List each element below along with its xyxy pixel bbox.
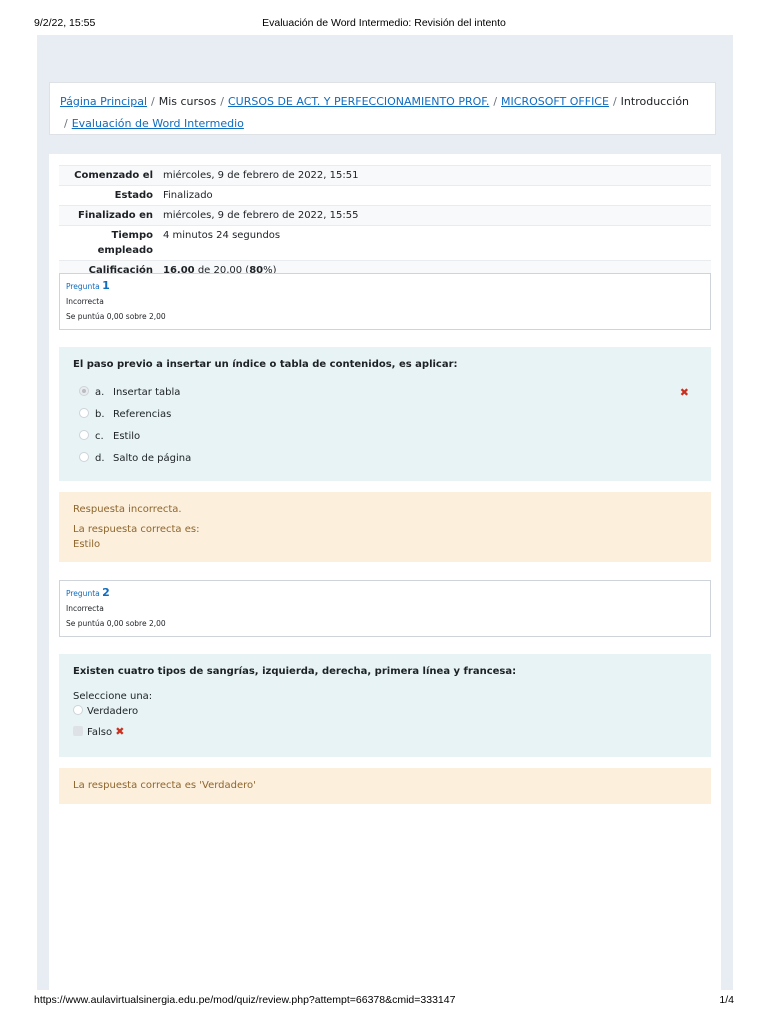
answer-options: Verdadero Falso ✖ bbox=[73, 702, 697, 742]
question-mark: Se puntúa 0,00 sobre 2,00 bbox=[66, 312, 166, 321]
radio-button[interactable] bbox=[73, 726, 83, 736]
summary-row-time: Tiempo empleado 4 minutos 24 segundos bbox=[59, 225, 711, 261]
question-feedback-1: Respuesta incorrecta. La respuesta corre… bbox=[59, 492, 711, 562]
question-formulation-2: Existen cuatro tipos de sangrías, izquie… bbox=[59, 654, 711, 757]
summary-label: Tiempo empleado bbox=[97, 230, 153, 256]
summary-label: Comenzado el bbox=[74, 170, 153, 181]
answer-option-b[interactable]: b. Referencias bbox=[73, 404, 697, 426]
incorrect-x-icon: ✖ bbox=[115, 725, 125, 738]
answer-option-a[interactable]: a. Insertar tabla ✖ bbox=[73, 382, 697, 404]
print-page-count: 1/4 bbox=[719, 994, 734, 1006]
answer-letter: a. bbox=[95, 387, 105, 398]
question-formulation-1: El paso previo a insertar un índice o ta… bbox=[59, 347, 711, 481]
answer-text: Falso bbox=[87, 727, 113, 738]
answer-options: a. Insertar tabla ✖ b. Referencias c. Estil… bbox=[73, 382, 697, 470]
summary-row-started: Comenzado el miércoles, 9 de febrero de … bbox=[59, 165, 711, 186]
summary-value: miércoles, 9 de febrero de 2022, 15:55 bbox=[163, 210, 359, 221]
question-info-1: Pregunta 1 Incorrecta Se puntúa 0,00 sob… bbox=[59, 273, 711, 330]
breadcrumb-home-link[interactable]: Página Principal bbox=[60, 95, 147, 108]
breadcrumb-quiz-link[interactable]: Evaluación de Word Intermedio bbox=[72, 117, 244, 130]
breadcrumb-separator: / bbox=[612, 95, 617, 108]
incorrect-x-icon: ✖ bbox=[679, 386, 689, 399]
breadcrumb-category-link[interactable]: CURSOS DE ACT. Y PERFECCIONAMIENTO PROF. bbox=[228, 95, 489, 108]
question-label: Pregunta bbox=[66, 282, 100, 291]
answer-text: Estilo bbox=[113, 431, 141, 442]
answer-text: Insertar tabla bbox=[113, 387, 181, 398]
answer-prompt: Seleccione una: bbox=[73, 691, 153, 702]
summary-value: miércoles, 9 de febrero de 2022, 15:51 bbox=[163, 170, 359, 181]
breadcrumb-separator: / bbox=[493, 95, 498, 108]
print-url: https://www.aulavirtualsinergia.edu.pe/m… bbox=[34, 994, 456, 1006]
breadcrumb-separator: / bbox=[151, 95, 155, 108]
summary-value: Finalizado bbox=[163, 190, 213, 201]
summary-value: 4 minutos 24 segundos bbox=[163, 230, 281, 241]
question-text: El paso previo a insertar un índice o ta… bbox=[73, 359, 458, 370]
answer-text: Salto de página bbox=[113, 453, 192, 464]
answer-letter: b. bbox=[95, 409, 105, 420]
summary-row-finished: Finalizado en miércoles, 9 de febrero de… bbox=[59, 205, 711, 226]
answer-letter: d. bbox=[95, 453, 105, 464]
breadcrumb-separator: / bbox=[220, 95, 224, 108]
answer-option-true[interactable]: Verdadero bbox=[73, 702, 697, 722]
question-number: 1 bbox=[102, 279, 110, 292]
question-state: Incorrecta bbox=[66, 604, 104, 613]
feedback-title: Respuesta incorrecta. bbox=[73, 504, 182, 515]
question-text: Existen cuatro tipos de sangrías, izquie… bbox=[73, 666, 517, 677]
summary-label: Finalizado en bbox=[78, 210, 153, 221]
answer-option-d[interactable]: d. Salto de página bbox=[73, 448, 697, 470]
print-header: 9/2/22, 15:55 Evaluación de Word Interme… bbox=[0, 0, 768, 34]
answer-text: Referencias bbox=[113, 409, 172, 420]
breadcrumb: Página Principal / Mis cursos / CURSOS DE AC… bbox=[49, 82, 716, 135]
answer-text: Verdadero bbox=[87, 706, 139, 717]
breadcrumb-section: Introducción bbox=[620, 95, 690, 108]
radio-button[interactable] bbox=[73, 705, 83, 715]
radio-button[interactable] bbox=[79, 386, 89, 396]
radio-button[interactable] bbox=[79, 408, 89, 418]
question-mark: Se puntúa 0,00 sobre 2,00 bbox=[66, 619, 166, 628]
answer-option-c[interactable]: c. Estilo bbox=[73, 426, 697, 448]
answer-option-false[interactable]: Falso ✖ bbox=[73, 722, 697, 742]
summary-row-state: Estado Finalizado bbox=[59, 185, 711, 206]
breadcrumb-separator: / bbox=[64, 117, 68, 130]
feedback-text: La respuesta correcta es 'Verdadero' bbox=[73, 780, 256, 791]
main-content: Comenzado el miércoles, 9 de febrero de … bbox=[49, 154, 721, 990]
breadcrumb-my-courses: Mis cursos bbox=[158, 95, 217, 108]
feedback-answer: Estilo bbox=[73, 539, 101, 550]
question-feedback-2: La respuesta correcta es 'Verdadero' bbox=[59, 768, 711, 804]
feedback-intro: La respuesta correcta es: bbox=[73, 524, 200, 535]
radio-button[interactable] bbox=[79, 452, 89, 462]
question-info-2: Pregunta 2 Incorrecta Se puntúa 0,00 sob… bbox=[59, 580, 711, 637]
print-title: Evaluación de Word Intermedio: Revisión … bbox=[262, 17, 506, 29]
print-footer: https://www.aulavirtualsinergia.edu.pe/m… bbox=[0, 994, 768, 1014]
radio-button[interactable] bbox=[79, 430, 89, 440]
attempt-summary-table: Comenzado el miércoles, 9 de febrero de … bbox=[59, 165, 711, 280]
breadcrumb-course-link[interactable]: MICROSOFT OFFICE bbox=[501, 95, 609, 108]
question-label: Pregunta bbox=[66, 589, 100, 598]
answer-letter: c. bbox=[95, 431, 104, 442]
question-number: 2 bbox=[102, 586, 110, 599]
summary-label: Estado bbox=[114, 190, 153, 201]
question-state: Incorrecta bbox=[66, 297, 104, 306]
